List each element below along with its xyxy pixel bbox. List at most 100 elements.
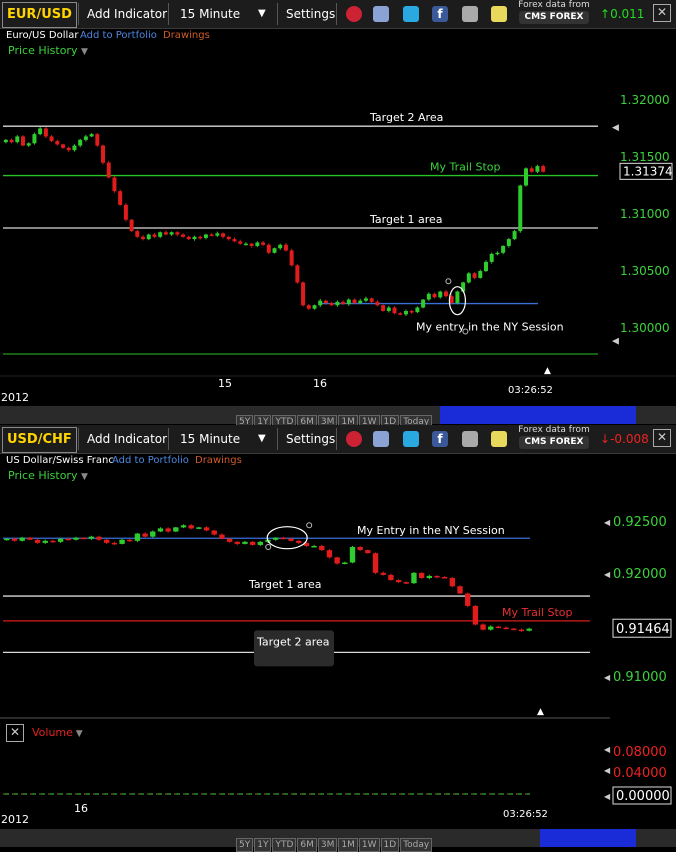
y-tick-label: 1.31000 bbox=[620, 207, 670, 221]
candle bbox=[434, 575, 440, 578]
range-button-ytd[interactable]: YTD bbox=[272, 838, 297, 852]
volume-tick-label: 0.08000 bbox=[613, 745, 667, 760]
candle bbox=[512, 231, 517, 240]
interval-select[interactable]: 15 Minute bbox=[180, 425, 240, 453]
candle bbox=[501, 245, 506, 253]
add-to-portfolio-link[interactable]: Add to Portfolio bbox=[112, 455, 189, 466]
symbol-info-row: US Dollar/Swiss Franc Add to Portfolio D… bbox=[0, 453, 676, 469]
y-tick-label: 1.30000 bbox=[620, 321, 670, 335]
scroll-window[interactable] bbox=[540, 829, 636, 847]
close-icon[interactable]: ✕ bbox=[653, 4, 671, 22]
price-change: ↑0.011 bbox=[600, 7, 645, 21]
volume-tick-label: 0.04000 bbox=[613, 766, 667, 781]
level-label: My entry in the NY Session bbox=[416, 321, 564, 334]
candle bbox=[369, 298, 374, 302]
level-label: Target 1 area bbox=[248, 578, 322, 591]
candle bbox=[243, 243, 248, 246]
range-button-1d[interactable]: 1D bbox=[380, 838, 400, 852]
candle bbox=[432, 293, 437, 298]
twitter-icon[interactable] bbox=[403, 6, 419, 22]
notes-icon[interactable] bbox=[491, 431, 507, 447]
candle bbox=[438, 291, 443, 298]
add-indicator-button[interactable]: Add Indicator bbox=[87, 0, 167, 28]
range-button-3m[interactable]: 3M bbox=[317, 838, 338, 852]
anchor-dot bbox=[306, 522, 313, 529]
candle bbox=[483, 261, 488, 272]
chevron-down-icon[interactable]: ▼ bbox=[258, 425, 266, 453]
current-price: 1.31374 bbox=[623, 164, 673, 178]
level-arrow-icon: ◀ bbox=[604, 745, 611, 754]
candle bbox=[163, 232, 168, 235]
candle bbox=[381, 305, 386, 311]
anchor-dot bbox=[462, 328, 469, 335]
news-icon[interactable] bbox=[373, 431, 389, 447]
facebook-icon[interactable]: f bbox=[432, 6, 448, 22]
chevron-down-icon[interactable]: ▼ bbox=[258, 0, 266, 28]
candle bbox=[398, 313, 403, 315]
range-button-6m[interactable]: 6M bbox=[297, 838, 317, 852]
camera-icon[interactable] bbox=[462, 431, 478, 447]
volume-menu[interactable]: Volume ▼ bbox=[32, 726, 83, 739]
range-button-today[interactable]: Today bbox=[400, 838, 433, 852]
facebook-icon[interactable]: f bbox=[432, 431, 448, 447]
range-scrollbar[interactable]: 5Y 1Y YTD 6M 3M 1M 1W 1D Today bbox=[0, 829, 676, 852]
add-indicator-button[interactable]: Add Indicator bbox=[87, 425, 167, 453]
price-history-menu[interactable]: Price History ▼ bbox=[8, 469, 88, 482]
candle bbox=[319, 545, 325, 551]
candle bbox=[19, 537, 25, 541]
alarm-clock-icon[interactable] bbox=[346, 6, 362, 22]
range-button-1w[interactable]: 1W bbox=[358, 838, 380, 852]
twitter-icon[interactable] bbox=[403, 431, 419, 447]
settings-button[interactable]: Settings bbox=[286, 0, 335, 28]
close-icon[interactable]: ✕ bbox=[653, 429, 671, 447]
instrument-name: US Dollar/Swiss Franc bbox=[6, 455, 114, 466]
add-to-portfolio-link[interactable]: Add to Portfolio bbox=[80, 30, 157, 41]
range-button-1m[interactable]: 1M bbox=[338, 838, 358, 852]
close-volume-icon[interactable]: ✕ bbox=[6, 724, 24, 742]
current-price-box bbox=[612, 618, 672, 638]
candle bbox=[221, 233, 226, 237]
candle bbox=[95, 134, 100, 146]
candle bbox=[43, 128, 48, 137]
drawings-link[interactable]: Drawings bbox=[195, 455, 242, 466]
news-icon[interactable] bbox=[373, 6, 389, 22]
interval-select[interactable]: 15 Minute bbox=[180, 0, 240, 28]
candle bbox=[180, 525, 187, 528]
candle bbox=[342, 562, 348, 564]
candle bbox=[411, 572, 417, 584]
candle bbox=[123, 204, 128, 220]
symbol-selector[interactable]: USD/CHF bbox=[2, 427, 77, 453]
toolbar: EUR/USD Add Indicator 15 Minute ▼ Settin… bbox=[0, 0, 676, 29]
candle bbox=[226, 538, 233, 542]
candle bbox=[457, 586, 463, 594]
candle bbox=[495, 252, 500, 255]
candle bbox=[34, 539, 41, 543]
notes-icon[interactable] bbox=[491, 6, 507, 22]
candle bbox=[101, 145, 106, 163]
price-history-menu[interactable]: Price History ▼ bbox=[8, 44, 88, 57]
candle bbox=[21, 136, 26, 146]
candle bbox=[441, 576, 448, 579]
current-price-box bbox=[619, 162, 673, 180]
candle bbox=[196, 527, 202, 529]
candle bbox=[272, 537, 279, 540]
candle bbox=[78, 139, 83, 146]
candle bbox=[11, 538, 18, 541]
scroll-window[interactable] bbox=[440, 406, 636, 424]
settings-button[interactable]: Settings bbox=[286, 425, 335, 453]
drawings-link[interactable]: Drawings bbox=[163, 30, 210, 41]
y-tick-label: 0.91000 bbox=[613, 670, 667, 685]
candle bbox=[55, 140, 60, 145]
range-button-1y[interactable]: 1Y bbox=[254, 838, 272, 852]
candle bbox=[15, 136, 20, 143]
camera-icon[interactable] bbox=[462, 6, 478, 22]
chevron-down-icon: ▼ bbox=[80, 47, 88, 57]
symbol-selector[interactable]: EUR/USD bbox=[2, 2, 77, 28]
candle bbox=[61, 144, 66, 148]
candle bbox=[449, 578, 456, 587]
range-scrollbar[interactable]: 5Y 1Y YTD 6M 3M 1M 1W 1D Today bbox=[0, 406, 676, 429]
candle bbox=[129, 219, 134, 232]
range-button-5y[interactable]: 5Y bbox=[236, 838, 254, 852]
alarm-clock-icon[interactable] bbox=[346, 431, 362, 447]
candle bbox=[73, 537, 79, 540]
